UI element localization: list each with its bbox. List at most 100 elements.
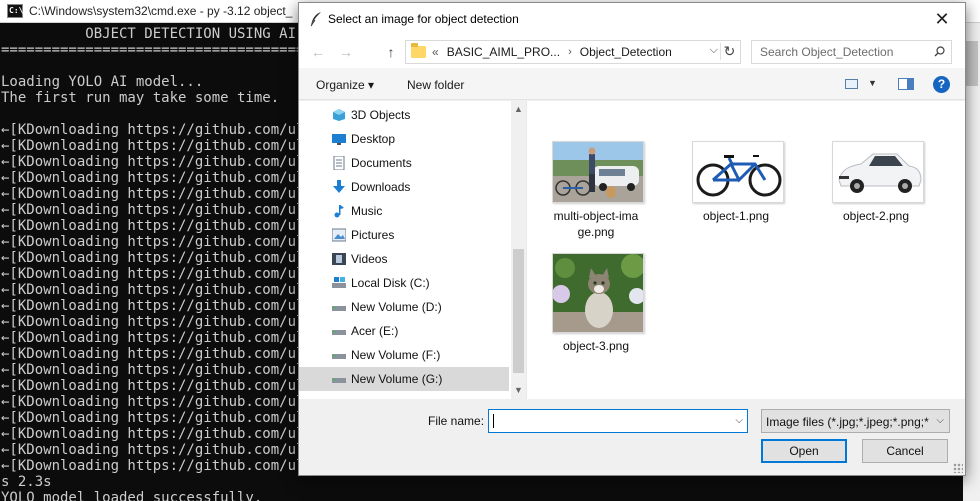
file-name: object-2.png bbox=[842, 209, 910, 223]
scroll-up-arrow-icon[interactable]: ▲ bbox=[511, 104, 526, 114]
file-type-select[interactable]: Image files (*.jpg;*.jpeg;*.png;* ⌵ bbox=[761, 409, 950, 433]
search-box[interactable] bbox=[751, 40, 952, 64]
console-line: ←[KDownloading https://github.com/ultr bbox=[1, 282, 322, 298]
navigation-bar: ← → ↑ « BASIC_AIML_PRO... › Object_Detec… bbox=[299, 35, 965, 68]
nav-item-label: Local Disk (C:) bbox=[351, 276, 430, 290]
nav-item[interactable]: New Volume (D:) bbox=[299, 295, 509, 319]
file-type-value: Image files (*.jpg;*.jpeg;*.png;* bbox=[766, 415, 929, 429]
view-options-icon[interactable] bbox=[845, 79, 858, 89]
organize-button[interactable]: Organize ▾ bbox=[316, 78, 374, 92]
preview-pane-icon[interactable] bbox=[898, 78, 914, 90]
new-folder-button[interactable]: New folder bbox=[407, 78, 464, 92]
nav-item[interactable]: Videos bbox=[299, 247, 509, 271]
breadcrumb-item[interactable]: BASIC_AIML_PRO... bbox=[447, 45, 560, 59]
nav-item-label: Desktop bbox=[351, 132, 396, 146]
nav-item[interactable]: Acer (E:) bbox=[299, 319, 509, 343]
chevron-down-icon[interactable]: ⌵ bbox=[936, 415, 944, 426]
console-line: ←[KDownloading https://github.com/ultr bbox=[1, 250, 322, 266]
console-line: Loading YOLO AI model... bbox=[1, 74, 204, 90]
console-line: ←[KDownloading https://github.com/ultr bbox=[1, 378, 322, 394]
search-input[interactable] bbox=[760, 45, 936, 59]
chevron-down-icon[interactable]: ⌵ bbox=[710, 44, 718, 57]
nav-item[interactable]: Downloads bbox=[299, 175, 509, 199]
drive-icon bbox=[332, 372, 346, 386]
navigation-pane: 3D Objects Desktop Documents Downloads Music… bbox=[299, 101, 526, 399]
file-name: ge.png bbox=[577, 225, 615, 239]
close-button[interactable]: ✕ bbox=[919, 3, 965, 35]
up-arrow-icon[interactable]: ↑ bbox=[382, 44, 400, 60]
console-line: ←[KDownloading https://github.com/ultr bbox=[1, 154, 322, 170]
nav-item-label: New Volume (D:) bbox=[351, 300, 442, 314]
nav-scroll-thumb[interactable] bbox=[513, 249, 524, 373]
console-line: ←[KDownloading https://github.com/ultr bbox=[1, 314, 322, 330]
drive-icon bbox=[332, 324, 346, 338]
nav-item[interactable]: Desktop bbox=[299, 127, 509, 151]
nav-scrollbar[interactable]: ▲ ▼ bbox=[511, 101, 526, 399]
forward-arrow-icon[interactable]: → bbox=[337, 44, 355, 60]
bicycle-thumbnail bbox=[692, 141, 784, 203]
text-caret bbox=[493, 414, 494, 428]
desktop-icon bbox=[332, 132, 346, 146]
refresh-icon[interactable]: ↻ bbox=[720, 43, 738, 60]
folder-icon bbox=[411, 43, 426, 58]
console-title: C:\Windows\system32\cmd.exe - py -3.12 o… bbox=[29, 4, 293, 18]
nav-item-label: New Volume (G:) bbox=[351, 372, 443, 386]
console-line: ←[KDownloading https://github.com/ultr bbox=[1, 442, 322, 458]
nav-item[interactable]: Local Disk (C:) bbox=[299, 271, 509, 295]
nav-item-label: Documents bbox=[351, 156, 412, 170]
file-open-dialog: Select an image for object detection ✕ ←… bbox=[298, 2, 966, 476]
nav-item[interactable]: Documents bbox=[299, 151, 509, 175]
cube-icon bbox=[332, 108, 346, 122]
breadcrumb-item[interactable]: Object_Detection bbox=[580, 45, 672, 59]
console-line: ←[KDownloading https://github.com/ultr bbox=[1, 218, 322, 234]
console-line: ←[KDownloading https://github.com/ultr bbox=[1, 346, 322, 362]
address-bar[interactable]: « BASIC_AIML_PRO... › Object_Detection ⌵… bbox=[405, 40, 741, 64]
command-toolbar: Organize ▾ New folder ▼ ? bbox=[299, 68, 965, 100]
nav-item-label: 3D Objects bbox=[351, 108, 411, 122]
view-dropdown-icon[interactable]: ▼ bbox=[868, 78, 877, 88]
scroll-down-arrow-icon[interactable]: ▼ bbox=[511, 385, 526, 395]
nav-item-label: Music bbox=[351, 204, 383, 218]
file-name-combo[interactable]: ⌵ bbox=[488, 409, 748, 433]
console-line: ←[KDownloading https://github.com/ultr bbox=[1, 138, 322, 154]
film-icon bbox=[332, 252, 346, 266]
close-icon: ✕ bbox=[934, 8, 950, 29]
nav-item[interactable]: Pictures bbox=[299, 223, 509, 247]
chevron-down-icon[interactable]: ⌵ bbox=[735, 415, 743, 426]
console-line: ←[KDownloading https://github.com/ultr bbox=[1, 234, 322, 250]
console-line: ======================================== bbox=[1, 42, 339, 58]
search-icon[interactable] bbox=[934, 46, 945, 57]
nav-item[interactable]: Music bbox=[299, 199, 509, 223]
breadcrumb-overflow[interactable]: « bbox=[432, 45, 439, 59]
multi-object-thumbnail bbox=[552, 141, 644, 203]
file-name: object-1.png bbox=[702, 209, 770, 223]
console-line: The first run may take some time. bbox=[1, 90, 280, 106]
system-drive-icon bbox=[332, 276, 346, 290]
back-arrow-icon[interactable]: ← bbox=[309, 44, 327, 60]
nav-item-label: Pictures bbox=[351, 228, 395, 242]
nav-item-label: Downloads bbox=[351, 180, 411, 194]
open-button[interactable]: Open bbox=[761, 439, 847, 463]
dialog-titlebar[interactable]: Select an image for object detection ✕ bbox=[299, 3, 965, 35]
cancel-button[interactable]: Cancel bbox=[862, 439, 948, 463]
music-note-icon bbox=[332, 204, 346, 218]
help-icon[interactable]: ? bbox=[933, 76, 950, 93]
cmd-icon: C:\ bbox=[7, 4, 23, 18]
file-name: multi-object-ima bbox=[553, 209, 639, 223]
console-line: ←[KDownloading https://github.com/ultr bbox=[1, 330, 322, 346]
resize-grip-icon[interactable] bbox=[953, 463, 963, 473]
file-name-input[interactable] bbox=[489, 410, 723, 432]
nav-item[interactable]: New Volume (F:) bbox=[299, 343, 509, 367]
drive-icon bbox=[332, 348, 346, 362]
nav-item-label: Videos bbox=[351, 252, 388, 266]
console-line: ←[KDownloading https://github.com/ultr bbox=[1, 298, 322, 314]
console-line: ←[KDownloading https://github.com/ultr bbox=[1, 186, 322, 202]
feather-icon bbox=[310, 12, 321, 27]
chevron-right-icon[interactable]: › bbox=[568, 46, 572, 58]
console-line: ←[KDownloading https://github.com/ultr bbox=[1, 362, 322, 378]
nav-item[interactable]: 3D Objects bbox=[299, 103, 509, 127]
nav-item-label: New Volume (F:) bbox=[351, 348, 441, 362]
nav-item[interactable]: New Volume (G:) bbox=[299, 367, 509, 391]
console-scroll-thumb[interactable] bbox=[965, 41, 978, 86]
file-name-label: File name: bbox=[428, 414, 485, 428]
